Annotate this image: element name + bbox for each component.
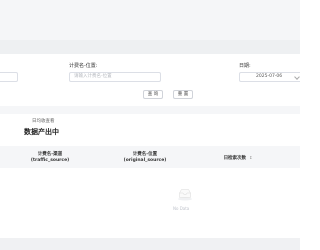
- section-divider: [0, 106, 300, 114]
- plan-position-label: 计费名-位置:: [69, 63, 98, 69]
- column-header-daily-searches[interactable]: 日检索次数 ↕: [218, 155, 258, 162]
- column-header-original-source[interactable]: 计费名-位置 (original_source): [123, 152, 167, 164]
- empty-text: No Data: [173, 206, 190, 211]
- date-picker[interactable]: 2025-07-06: [239, 72, 300, 82]
- plan-position-placeholder: 请输入计费名-位置: [74, 74, 112, 79]
- empty-box-icon: [178, 189, 192, 201]
- column-header-label: 日检索次数: [223, 156, 247, 161]
- query-button-label: 查 询: [147, 92, 159, 97]
- chevron-down-icon: [294, 74, 300, 80]
- report-subtitle: 日均收查看: [32, 119, 55, 124]
- column-header-line2: (traffic_source): [30, 158, 70, 163]
- status-title: 数据产出中: [24, 128, 59, 136]
- reset-button[interactable]: 重 置: [173, 90, 193, 99]
- section-strip: [0, 40, 300, 54]
- date-value: 2025-07-06: [256, 74, 283, 79]
- column-header-line2: (original_source): [123, 158, 167, 163]
- header-band: [0, 0, 300, 40]
- date-label: 日期:: [239, 63, 251, 69]
- channel-input[interactable]: [0, 72, 18, 82]
- column-header-traffic-source[interactable]: 计费名-渠道 (traffic_source): [30, 152, 70, 164]
- plan-position-input[interactable]: 请输入计费名-位置: [69, 72, 161, 82]
- reset-button-label: 重 置: [177, 92, 189, 97]
- footer-band: [0, 238, 300, 250]
- page: 计费名-位置: 请输入计费名-位置 日期: 2025-07-06 查 询 重 置…: [0, 0, 300, 250]
- query-button[interactable]: 查 询: [143, 90, 163, 99]
- sort-icon[interactable]: ↕: [249, 155, 252, 161]
